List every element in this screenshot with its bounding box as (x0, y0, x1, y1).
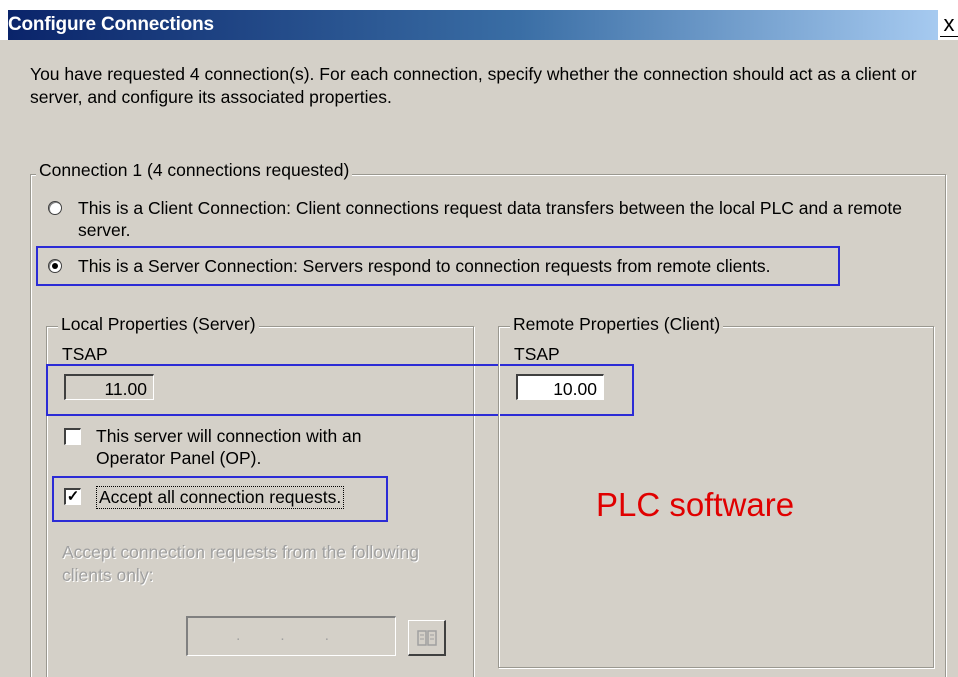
client-connection-label: This is a Client Connection: Client conn… (78, 198, 902, 240)
clients-ip-input[interactable]: . . . (186, 616, 396, 656)
check-icon: ✓ (66, 488, 80, 505)
radio-selected-dot (52, 263, 58, 269)
configure-connections-dialog: Configure Connections x You have request… (0, 0, 958, 677)
clients-list-button[interactable] (408, 620, 446, 656)
close-button[interactable]: x (940, 12, 958, 37)
local-properties-legend: Local Properties (Server) (58, 314, 259, 335)
accept-all-label: Accept all connection requests. (96, 486, 345, 509)
operator-panel-label-line2: Operator Panel (OP). (96, 448, 262, 468)
remote-tsap-field[interactable]: 10.00 (516, 374, 604, 400)
accept-from-label-line2: clients only: (62, 565, 154, 585)
window-title: Configure Connections (8, 14, 214, 35)
close-icon: x (943, 11, 955, 36)
connection-group-legend: Connection 1 (4 connections requested) (36, 160, 353, 181)
remote-properties-legend: Remote Properties (Client) (510, 314, 724, 335)
server-connection-label: This is a Server Connection: Servers res… (78, 256, 771, 276)
operator-panel-checkbox[interactable] (64, 428, 81, 445)
title-bar: Configure Connections x (0, 0, 958, 40)
accept-all-checkbox[interactable]: ✓ (64, 488, 81, 505)
operator-panel-label-line1: This server will connection with an (96, 426, 362, 446)
address-book-icon (416, 629, 437, 646)
accept-from-label-line1: Accept connection requests from the foll… (62, 542, 419, 562)
intro-text: You have requested 4 connection(s). For … (30, 64, 917, 107)
client-connection-radio[interactable] (48, 201, 62, 215)
server-connection-radio[interactable] (48, 259, 62, 273)
local-tsap-label: TSAP (62, 344, 108, 364)
plc-software-annotation: PLC software (596, 486, 795, 523)
remote-tsap-label: TSAP (514, 344, 560, 364)
